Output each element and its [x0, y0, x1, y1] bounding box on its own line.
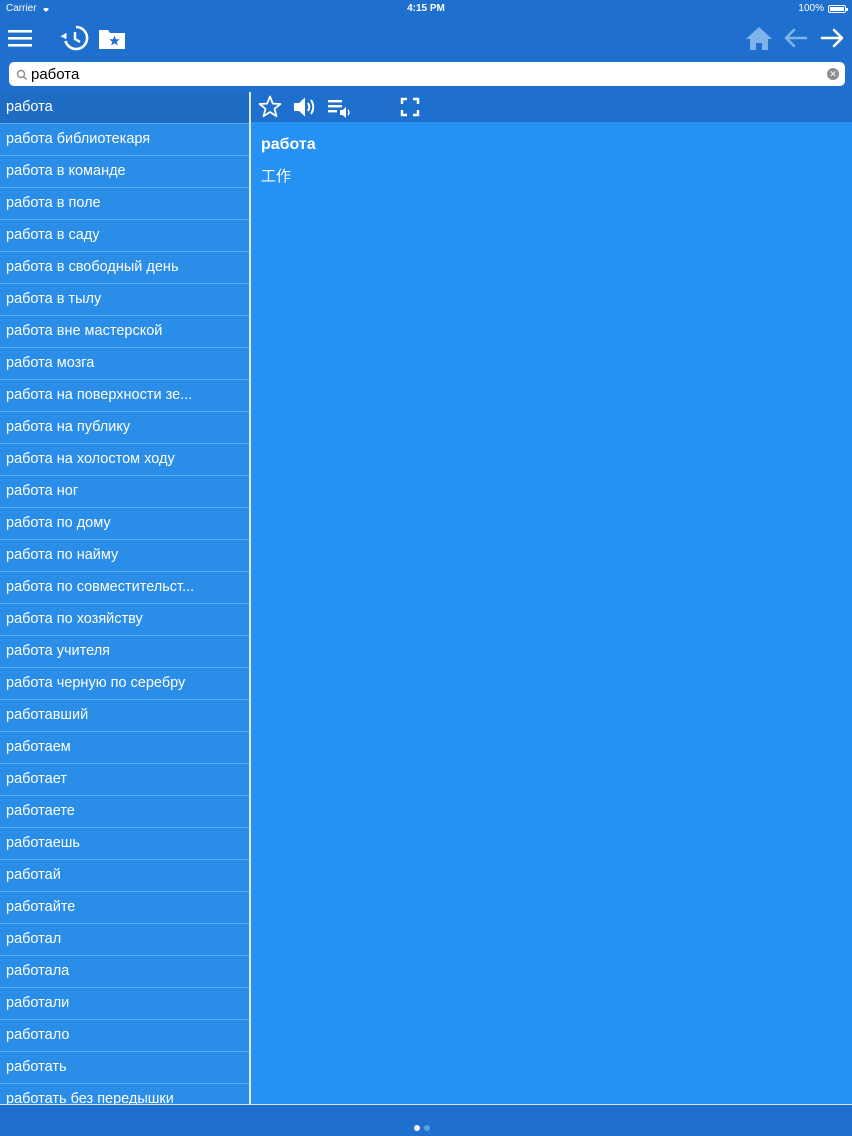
list-item[interactable]: работа мозга — [0, 348, 249, 380]
list-item[interactable]: работа в саду — [0, 220, 249, 252]
home-icon[interactable] — [743, 22, 775, 54]
list-item[interactable]: работа — [0, 92, 249, 124]
back-arrow-icon[interactable] — [780, 22, 812, 54]
list-item[interactable]: работавший — [0, 700, 249, 732]
star-icon[interactable] — [257, 94, 283, 120]
bottom-bar — [0, 1104, 852, 1136]
page-dot[interactable] — [424, 1125, 430, 1131]
battery-icon — [828, 5, 848, 13]
search-box[interactable]: ✕ — [9, 62, 845, 86]
list-item[interactable]: работали — [0, 988, 249, 1020]
speaker-icon[interactable] — [291, 94, 317, 120]
page-dot[interactable] — [414, 1125, 420, 1131]
list-item[interactable]: работа черную по серебру — [0, 668, 249, 700]
list-item[interactable]: работа на поверхности зе... — [0, 380, 249, 412]
list-item[interactable]: работа в тылу — [0, 284, 249, 316]
list-item[interactable]: работа библиотекаря — [0, 124, 249, 156]
list-item[interactable]: работайте — [0, 892, 249, 924]
list-item[interactable]: работа по хозяйству — [0, 604, 249, 636]
status-bar: Carrier 4:15 PM 100% — [0, 0, 852, 18]
playlist-speaker-icon[interactable] — [327, 94, 353, 120]
list-item[interactable]: работал — [0, 924, 249, 956]
search-icon — [16, 68, 28, 81]
entry-translation: 工作 — [261, 167, 292, 185]
list-item[interactable]: работаешь — [0, 828, 249, 860]
list-item[interactable]: работаете — [0, 796, 249, 828]
fullscreen-icon[interactable] — [397, 94, 423, 120]
search-input[interactable] — [31, 64, 821, 84]
favorites-folder-icon[interactable] — [96, 22, 128, 54]
list-item[interactable]: работай — [0, 860, 249, 892]
list-item[interactable]: работа по совместительст... — [0, 572, 249, 604]
list-item[interactable]: работа в свободный день — [0, 252, 249, 284]
list-item[interactable]: работа по дому — [0, 508, 249, 540]
list-item[interactable]: работа ног — [0, 476, 249, 508]
list-item[interactable]: работа на холостом ходу — [0, 444, 249, 476]
battery-percentage: 100% — [798, 3, 824, 14]
word-list: работа работа библиотекаря работа в команд… — [0, 92, 249, 1104]
list-item[interactable]: работа в команде — [0, 156, 249, 188]
entry-pane: работа 工作 — [251, 92, 852, 1104]
entry-toolbar — [251, 92, 852, 122]
list-item[interactable]: работало — [0, 1020, 249, 1052]
list-item[interactable]: работать без передышки — [0, 1084, 249, 1104]
clear-search-icon[interactable]: ✕ — [827, 68, 839, 80]
forward-arrow-icon[interactable] — [816, 22, 848, 54]
page-indicator[interactable] — [414, 1118, 434, 1136]
list-item[interactable]: работа вне мастерской — [0, 316, 249, 348]
navigation-bar — [0, 18, 852, 58]
history-icon[interactable] — [59, 22, 91, 54]
list-item[interactable]: работать — [0, 1052, 249, 1084]
status-time: 4:15 PM — [407, 3, 445, 14]
entry-headword: работа — [261, 136, 316, 153]
list-item[interactable]: работаем — [0, 732, 249, 764]
search-bar: ✕ — [0, 58, 852, 92]
list-item[interactable]: работа на публику — [0, 412, 249, 444]
menu-icon[interactable] — [4, 22, 36, 54]
list-item[interactable]: работала — [0, 956, 249, 988]
list-item[interactable]: работа в поле — [0, 188, 249, 220]
list-item[interactable]: работа по найму — [0, 540, 249, 572]
list-item[interactable]: работает — [0, 764, 249, 796]
list-item[interactable]: работа учителя — [0, 636, 249, 668]
